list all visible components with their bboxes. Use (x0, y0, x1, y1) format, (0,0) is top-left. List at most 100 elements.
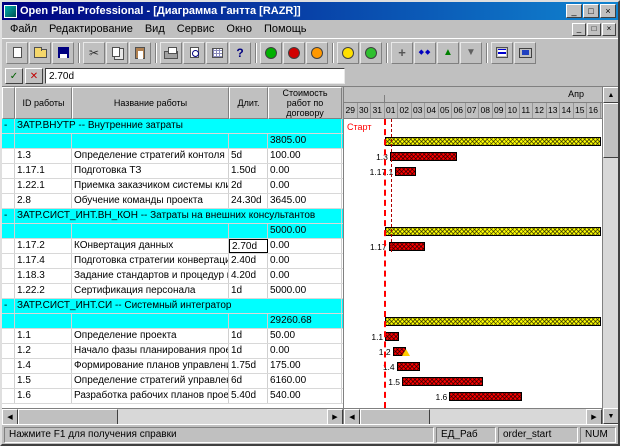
table-row-group[interactable]: -ЗАТР.СИСТ_ИНТ.СИ -- Системный интеграто… (2, 299, 343, 314)
cell-id[interactable]: 1.6 (15, 389, 72, 403)
cell-duration[interactable]: 1d (229, 344, 268, 358)
table-row[interactable]: 1.6Разработка рабочих планов проекта5.40… (2, 389, 343, 404)
cell-name[interactable]: Задание стандартов и процедур по д (72, 269, 229, 283)
scroll-track[interactable] (603, 103, 618, 408)
scroll-right-icon[interactable]: ▶ (586, 409, 602, 424)
menu-service[interactable]: Сервис (171, 21, 221, 37)
accept-edit-button[interactable]: ✓ (5, 68, 23, 84)
scroll-down-icon[interactable]: ▼ (603, 408, 618, 424)
paste-icon[interactable] (129, 42, 151, 64)
table-row[interactable]: 1.18.3Задание стандартов и процедур по д… (2, 269, 343, 284)
header-name[interactable]: Название работы (72, 87, 229, 119)
cell-name[interactable]: Разработка рабочих планов проекта (72, 389, 229, 403)
cell-cost[interactable]: 0.00 (268, 344, 342, 358)
scroll-left-icon[interactable]: ◀ (2, 409, 18, 424)
menu-view[interactable]: Вид (139, 21, 171, 37)
expander[interactable]: - (2, 299, 15, 313)
table-row[interactable]: 1.3Определение стратегий контоля и отч5d… (2, 149, 343, 164)
cell-id[interactable]: 1.22.2 (15, 284, 72, 298)
table-row[interactable]: 1.4Формирование планов управления1.75d17… (2, 359, 343, 374)
help-icon[interactable]: ? (229, 42, 251, 64)
new-document-icon[interactable] (6, 42, 28, 64)
save-icon[interactable] (52, 42, 74, 64)
gantt-view-icon[interactable] (491, 42, 513, 64)
cell-id[interactable]: 2.8 (15, 194, 72, 208)
cell-duration[interactable]: 5.40d (229, 389, 268, 403)
cell-cost[interactable]: 100.00 (268, 149, 342, 163)
cell-duration[interactable]: 1d (229, 329, 268, 343)
resource-analysis-icon[interactable] (283, 42, 305, 64)
child-close-icon[interactable]: × (602, 23, 616, 36)
cost-analysis-icon[interactable] (306, 42, 328, 64)
open-folder-icon[interactable] (29, 42, 51, 64)
close-icon[interactable]: × (600, 4, 616, 18)
scroll-left-icon[interactable]: ◀ (344, 409, 360, 424)
gantt-bar-task[interactable]: 1.17.1 (395, 167, 415, 176)
duration-edit-cell[interactable]: 2.70d (229, 239, 268, 253)
cell-duration[interactable]: 24.30d (229, 194, 268, 208)
table-row[interactable]: 1.22.1Приемка заказчиком системы клиент2… (2, 179, 343, 194)
clock-icon[interactable] (337, 42, 359, 64)
print-preview-icon[interactable] (183, 42, 205, 64)
table-row[interactable]: 1.1Определение проекта1d50.00 (2, 329, 343, 344)
cell-name[interactable]: Определение стратегий управления и (72, 374, 229, 388)
scroll-up-icon[interactable]: ▲ (603, 87, 618, 103)
app-icon[interactable] (4, 5, 17, 18)
table-row[interactable]: 1.17.2КОнвертация данных2.70d0.00 (2, 239, 343, 254)
header-duration[interactable]: Длит. (229, 87, 268, 119)
scroll-thumb[interactable] (360, 409, 430, 424)
minimize-icon[interactable]: _ (566, 4, 582, 18)
table-row[interactable]: 1.2Начало фазы планирования проекта1d0.0… (2, 344, 343, 359)
cell-cost[interactable]: 0.00 (268, 179, 342, 193)
cell-name[interactable]: Формирование планов управления (72, 359, 229, 373)
cell-name[interactable]: Определение стратегий контоля и отч (72, 149, 229, 163)
table-row-summary[interactable]: 3805.00 (2, 134, 343, 149)
update-progress-icon[interactable] (360, 42, 382, 64)
cell-name[interactable]: Определение проекта (72, 329, 229, 343)
gantt-bar-task[interactable]: 1.17 (389, 242, 425, 251)
cell-name[interactable]: Приемка заказчиком системы клиент (72, 179, 229, 193)
cell-id[interactable]: 1.22.1 (15, 179, 72, 193)
scroll-right-icon[interactable]: ▶ (327, 409, 343, 424)
link-activities-icon[interactable]: ◆◆ (414, 42, 436, 64)
cell-name[interactable]: Обучение команды проекта (72, 194, 229, 208)
demote-icon[interactable]: ▼ (460, 42, 482, 64)
table-row[interactable]: 1.5Определение стратегий управления и6d6… (2, 374, 343, 389)
cell-id[interactable]: 1.17.4 (15, 254, 72, 268)
gantt-bar-task[interactable]: 1.1 (385, 332, 399, 341)
cell-cost[interactable]: 0.00 (268, 164, 342, 178)
table-row[interactable]: 1.17.4Подготовка стратегии конвертации2.… (2, 254, 343, 269)
maximize-icon[interactable]: □ (583, 4, 599, 18)
add-activity-icon[interactable]: + (391, 42, 413, 64)
cell-id[interactable]: 1.17.1 (15, 164, 72, 178)
cell-id[interactable]: 1.5 (15, 374, 72, 388)
header-id[interactable]: ID работы (15, 87, 72, 119)
cell-cost[interactable]: 0.00 (268, 269, 342, 283)
cell-id[interactable]: 1.18.3 (15, 269, 72, 283)
gantt-bar-summary[interactable] (385, 227, 601, 236)
table-row-group[interactable]: -ЗАТР.СИСТ_ИНТ.ВН_КОН -- Затраты на внеш… (2, 209, 343, 224)
expander[interactable]: - (2, 209, 15, 223)
scroll-track[interactable] (18, 409, 327, 424)
menu-window[interactable]: Окно (220, 21, 258, 37)
cell-cost[interactable]: 0.00 (268, 254, 342, 268)
header-expander[interactable] (2, 87, 15, 119)
cell-id[interactable]: 1.17.2 (15, 239, 72, 253)
cell-id[interactable]: 1.2 (15, 344, 72, 358)
cell-duration[interactable]: 5d (229, 149, 268, 163)
gantt-bar-task[interactable]: 1.4 (397, 362, 421, 371)
gantt-bar-task[interactable]: 1.2 (393, 347, 407, 356)
cell-duration[interactable]: 2.40d (229, 254, 268, 268)
cell-cost[interactable]: 175.00 (268, 359, 342, 373)
cell-cost[interactable]: 5000.00 (268, 284, 342, 298)
cell-duration[interactable]: 1.75d (229, 359, 268, 373)
child-minimize-icon[interactable]: _ (572, 23, 586, 36)
table-row[interactable]: 1.17.1Подготовка ТЗ1.50d0.00 (2, 164, 343, 179)
table-row-summary[interactable]: 5000.00 (2, 224, 343, 239)
gantt-bar-summary[interactable] (385, 317, 601, 326)
cell-cost[interactable]: 6160.00 (268, 374, 342, 388)
table-row[interactable]: 2.8Обучение команды проекта24.30d3645.00 (2, 194, 343, 209)
copy-icon[interactable] (106, 42, 128, 64)
cell-cost[interactable]: 540.00 (268, 389, 342, 403)
table-row-group[interactable]: -ЗАТР.ВНУТР -- Внутренние затраты (2, 119, 343, 134)
